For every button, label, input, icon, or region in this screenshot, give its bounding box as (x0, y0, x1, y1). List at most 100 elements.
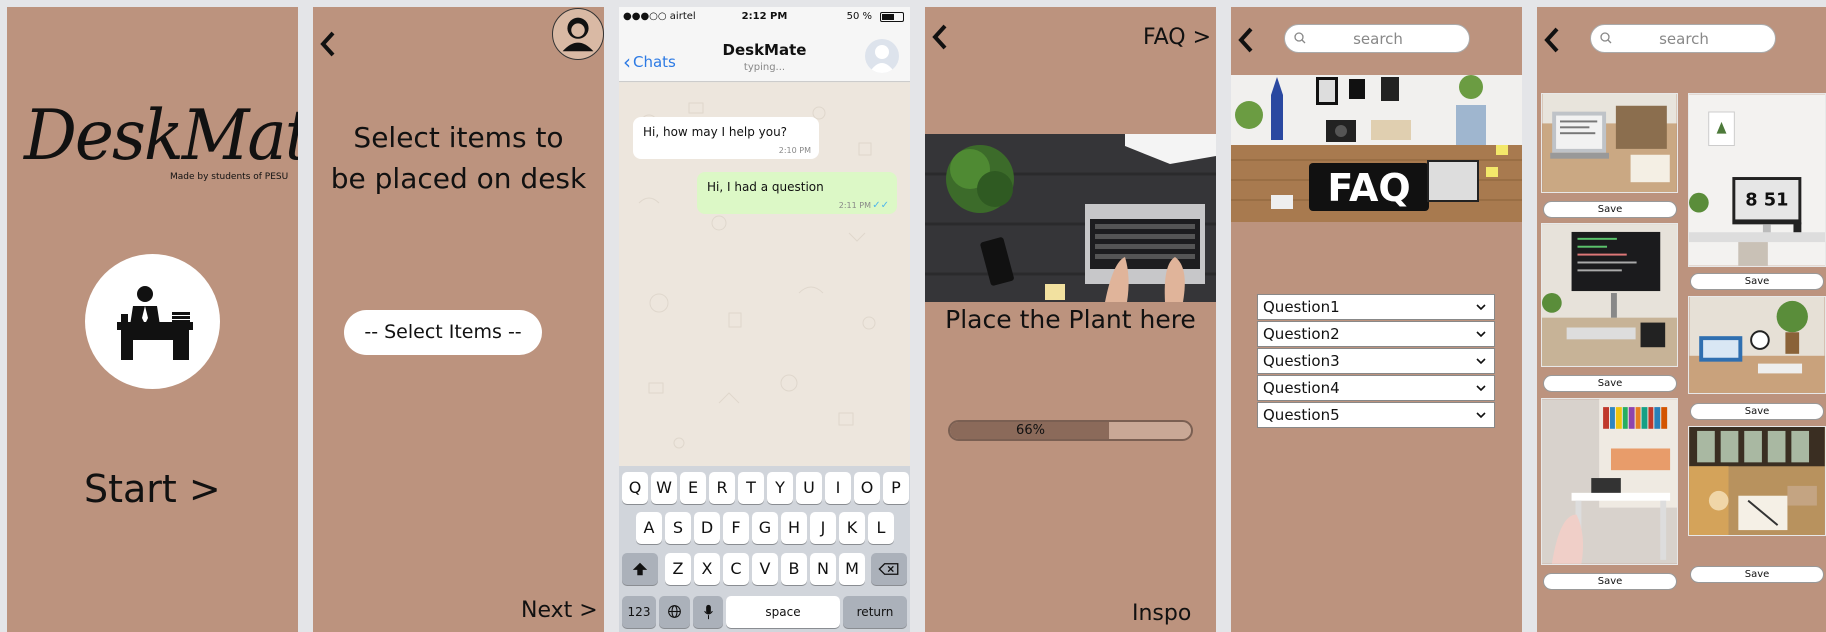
search-input[interactable]: search (1590, 24, 1776, 53)
inspo-photo[interactable] (1688, 426, 1826, 536)
chevron-down-icon (1476, 304, 1486, 311)
space-key[interactable]: space (726, 596, 840, 628)
faq-question-dropdown[interactable]: Question5 (1257, 402, 1495, 428)
back-arrow-icon[interactable] (1541, 25, 1563, 55)
progress-label: 66% (1016, 423, 1045, 438)
keyboard: 123 space return QWERTYUIOP ASDFGHJKL ZXCV… (619, 466, 910, 632)
key-v[interactable]: V (752, 553, 778, 585)
question-list: Question1 Question2 Question3 Question4 Ques… (1257, 294, 1495, 429)
key-z[interactable]: Z (665, 553, 691, 585)
question-label: Question3 (1263, 352, 1340, 370)
key-n[interactable]: N (810, 553, 836, 585)
key-i[interactable]: I (825, 472, 851, 504)
message-text: Hi, I had a question (707, 180, 824, 194)
save-button[interactable]: Save (1690, 566, 1824, 583)
faq-link[interactable]: FAQ > (1143, 25, 1211, 50)
title-line-1: Select items to (353, 121, 564, 154)
start-button[interactable]: Start > (84, 467, 221, 511)
chevron-down-icon (1476, 412, 1486, 419)
faq-question-dropdown[interactable]: Question1 (1257, 294, 1495, 320)
key-g[interactable]: G (752, 512, 778, 544)
contact-avatar-icon[interactable] (865, 39, 899, 73)
page-title: Select items to be placed on desk (313, 117, 604, 199)
chat-screen: ●●●○○ airtel 2:12 PM 50 % ‹ Chats DeskMat… (619, 7, 910, 632)
question-label: Question5 (1263, 406, 1340, 424)
desk-laptop-photo (925, 134, 1216, 302)
key-p[interactable]: P (883, 472, 909, 504)
save-button[interactable]: Save (1543, 375, 1677, 392)
question-label: Question1 (1263, 298, 1340, 316)
app-logo: DeskMate (24, 95, 298, 176)
progress-bar: 66% (948, 420, 1193, 441)
question-label: Question2 (1263, 325, 1340, 343)
inspo-photo[interactable] (1541, 223, 1678, 367)
question-label: Question4 (1263, 379, 1340, 397)
save-button[interactable]: Save (1690, 273, 1824, 290)
splash-screen: DeskMate Made by students of PESU Start … (7, 7, 298, 632)
save-button[interactable]: Save (1543, 573, 1677, 590)
inspo-photo[interactable] (1541, 93, 1678, 193)
faq-screen: search FAQ Question1 Question2 Question3 Qu… (1231, 7, 1522, 632)
inspo-photo[interactable] (1541, 398, 1678, 565)
faq-question-dropdown[interactable]: Question4 (1257, 375, 1495, 401)
key-a[interactable]: A (636, 512, 662, 544)
globe-icon[interactable] (659, 596, 690, 628)
select-items-dropdown[interactable]: -- Select Items -- (344, 310, 542, 355)
key-y[interactable]: Y (767, 472, 793, 504)
inspo-gallery-screen: search Save Save Save 8 51 Save Save Sav… (1537, 7, 1826, 632)
key-w[interactable]: W (651, 472, 677, 504)
key-k[interactable]: K (839, 512, 865, 544)
microphone-icon[interactable] (693, 596, 723, 628)
save-button[interactable]: Save (1543, 201, 1677, 218)
key-o[interactable]: O (854, 472, 880, 504)
numbers-key[interactable]: 123 (622, 596, 656, 628)
backspace-key[interactable] (871, 553, 907, 585)
key-c[interactable]: C (723, 553, 749, 585)
key-s[interactable]: S (665, 512, 691, 544)
key-d[interactable]: D (694, 512, 720, 544)
key-r[interactable]: R (709, 472, 735, 504)
chevron-down-icon (1476, 331, 1486, 338)
title-line-2: be placed on desk (330, 162, 587, 195)
faq-question-dropdown[interactable]: Question3 (1257, 348, 1495, 374)
inspo-link[interactable]: Inspo > (1132, 601, 1216, 632)
back-arrow-icon[interactable] (929, 22, 951, 52)
inspo-photo[interactable]: 8 51 (1688, 93, 1826, 267)
back-arrow-icon[interactable] (1235, 25, 1257, 55)
key-l[interactable]: L (868, 512, 894, 544)
key-m[interactable]: M (839, 553, 865, 585)
key-b[interactable]: B (781, 553, 807, 585)
tagline: Made by students of PESU (170, 172, 289, 182)
banner-text: FAQ (1327, 166, 1410, 210)
key-x[interactable]: X (694, 553, 720, 585)
faq-question-dropdown[interactable]: Question2 (1257, 321, 1495, 347)
return-key[interactable]: return (843, 596, 907, 628)
message-time: 2:10 PM (778, 146, 811, 155)
search-placeholder: search (1353, 30, 1403, 48)
key-h[interactable]: H (781, 512, 807, 544)
key-t[interactable]: T (738, 472, 764, 504)
save-button[interactable]: Save (1690, 403, 1824, 420)
key-j[interactable]: J (810, 512, 836, 544)
desk-worker-icon (85, 254, 220, 389)
chevron-down-icon (1476, 385, 1486, 392)
status-bar: ●●●○○ airtel 2:12 PM 50 % (619, 7, 910, 27)
back-arrow-icon[interactable] (317, 29, 339, 59)
key-f[interactable]: F (723, 512, 749, 544)
plant-caption: Place the Plant here (945, 305, 1196, 334)
faq-banner-image: FAQ (1231, 75, 1522, 222)
key-u[interactable]: U (796, 472, 822, 504)
chevron-down-icon (1476, 358, 1486, 365)
user-avatar-icon[interactable] (552, 8, 604, 60)
message-time: 2:11 PM (838, 201, 871, 210)
key-e[interactable]: E (680, 472, 706, 504)
clock-display: 8 51 (1745, 191, 1788, 211)
outgoing-message: Hi, I had a question 2:11 PM ✓✓ (697, 172, 897, 214)
next-button[interactable]: Next > (521, 598, 598, 623)
chat-header: ‹ Chats DeskMate typing... (619, 27, 910, 82)
read-ticks-icon: ✓✓ (872, 200, 889, 211)
shift-key[interactable] (622, 553, 658, 585)
key-q[interactable]: Q (622, 472, 648, 504)
inspo-photo[interactable] (1688, 296, 1826, 394)
search-input[interactable]: search (1284, 24, 1470, 53)
